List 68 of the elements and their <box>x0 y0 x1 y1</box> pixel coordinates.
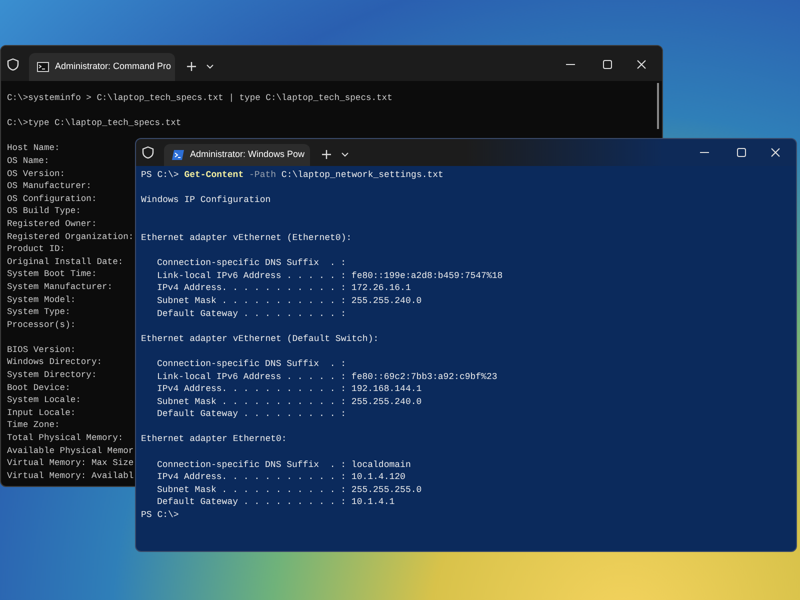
new-tab-icon[interactable] <box>187 62 196 71</box>
console-line: IPv4 Address. . . . . . . . . . . : 10.1.4.120 <box>157 472 406 482</box>
console-line: Default Gateway . . . . . . . . . : <box>157 409 346 420</box>
terminal-tab[interactable]: Administrator: Windows Pow <box>164 144 310 166</box>
console-line: C:\>type C:\laptop_tech_specs.txt <box>7 118 182 128</box>
console-line: IPv4 Address. . . . . . . . . . . : 192.168.144.1 <box>157 384 422 394</box>
console-line: Ethernet adapter Ethernet0: <box>141 434 287 444</box>
console-line: Registered Owner: <box>7 218 97 229</box>
command-argument: C:\laptop_network_settings.txt <box>281 170 444 180</box>
console-line: Subnet Mask . . . . . . . . . . . : 255.255.255.0 <box>157 484 422 495</box>
console-line: OS Configuration: <box>7 194 97 204</box>
console-line: OS Name: <box>7 156 50 166</box>
console-line: Registered Organization: <box>7 232 134 242</box>
shield-icon <box>7 58 19 71</box>
console-line: System Model: <box>7 294 76 304</box>
maximize-icon[interactable] <box>737 148 746 157</box>
console-line: Connection-specific DNS Suffix . : <box>157 258 346 268</box>
command-cmdlet: Get-Content <box>184 170 244 180</box>
command-parameter: -Path <box>249 170 276 180</box>
console-line: Subnet Mask . . . . . . . . . . . : 255.255.240.0 <box>157 396 422 407</box>
console-line: Processor(s): <box>7 320 76 330</box>
console-line: PS C:\> <box>141 510 179 520</box>
console-line: Boot Device: <box>7 382 70 393</box>
console-line: Product ID: <box>7 244 66 254</box>
powershell-icon <box>172 150 184 160</box>
console-line: Connection-specific DNS Suffix . : <box>157 358 346 369</box>
console-line: Input Locale: <box>7 408 76 418</box>
close-icon[interactable] <box>771 148 780 157</box>
console-line: Link-local IPv6 Address . . . . . : fe80::199e:a2d8:b459:7547%18 <box>157 270 503 281</box>
new-tab-icon[interactable] <box>322 150 331 159</box>
console-line: System Locale: <box>7 395 81 406</box>
console-line: Link-local IPv6 Address . . . . . : fe80::69c2:7bb3:a92:c9bf%23 <box>157 372 498 382</box>
command-prompt: PS C:\> <box>141 170 179 180</box>
terminal-tab[interactable]: Administrator: Command Pro <box>29 53 175 81</box>
command-prompt-icon <box>37 62 49 72</box>
console-line: System Manufacturer: <box>7 282 113 292</box>
tab-title: Administrator: Windows Pow <box>190 148 305 162</box>
console-line: System Boot Time: <box>7 269 97 280</box>
console-line: C:\>systeminfo > C:\laptop_tech_specs.txt | type C:\laptop_tech_specs.txt <box>7 93 392 103</box>
console-line: OS Version: <box>7 168 66 179</box>
console-line: Subnet Mask . . . . . . . . . . . : 255.255.240.0 <box>157 296 422 306</box>
maximize-icon[interactable] <box>603 60 612 69</box>
shield-icon <box>142 146 154 159</box>
close-icon[interactable] <box>637 60 646 69</box>
console-line: Windows Directory: <box>7 357 102 368</box>
scrollbar[interactable] <box>657 83 659 129</box>
chevron-down-icon[interactable] <box>206 64 214 69</box>
console-line: System Type: <box>7 307 70 318</box>
chevron-down-icon[interactable] <box>341 152 349 157</box>
console-line: Virtual Memory: Max Size <box>7 458 134 468</box>
console-line: Available Physical Memor <box>7 446 134 456</box>
console-line: Total Physical Memory: <box>7 433 124 444</box>
console-line: Ethernet adapter vEthernet (Ethernet0): <box>141 232 352 243</box>
console-line: Original Install Date: <box>7 256 124 267</box>
console-line: Ethernet adapter vEthernet (Default Switch): <box>141 334 379 344</box>
console-line: Host Name: <box>7 143 60 154</box>
console-line: Default Gateway . . . . . . . . . : 10.1.4.1 <box>157 497 395 508</box>
console-line: Virtual Memory: Availabl <box>7 470 134 481</box>
console-line: Default Gateway . . . . . . . . . : <box>157 308 346 319</box>
console-line: BIOS Version: <box>7 344 76 355</box>
console-line: Connection-specific DNS Suffix . : localdomain <box>157 460 411 470</box>
console-line: OS Manufacturer: <box>7 181 92 192</box>
console-line: OS Build Type: <box>7 206 81 216</box>
tab-title: Administrator: Command Pro <box>55 60 172 74</box>
console-line: IPv4 Address. . . . . . . . . . . : 172.26.16.1 <box>157 283 411 294</box>
console-line: Time Zone: <box>7 420 60 430</box>
console-line: Windows IP Configuration <box>141 195 271 206</box>
console-line: System Directory: <box>7 370 97 380</box>
